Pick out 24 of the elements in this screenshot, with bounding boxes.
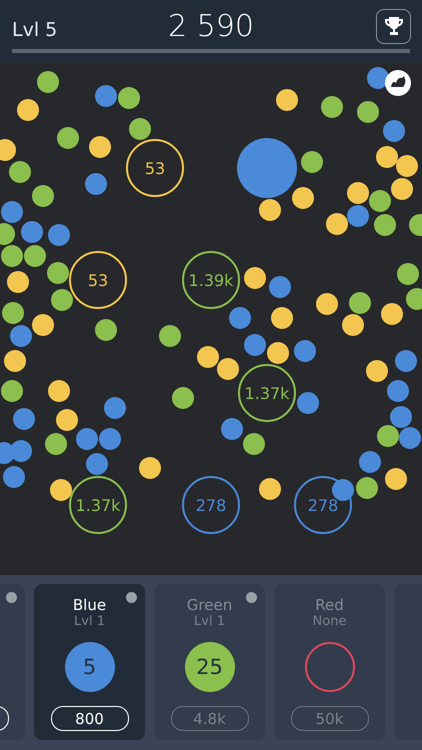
card-subtitle: Lvl 1 xyxy=(194,614,225,630)
ball-value: 5 xyxy=(64,642,114,692)
number-ring: 278 xyxy=(294,476,352,534)
number-ring: 1.37k xyxy=(238,364,296,422)
number-ring: 278 xyxy=(182,476,240,534)
number-ring: 53 xyxy=(69,251,127,309)
card-title: Green xyxy=(186,596,232,614)
ball-value: 25 xyxy=(184,642,234,692)
number-ring: 53 xyxy=(126,139,184,197)
card-title: Blue xyxy=(72,596,106,614)
level-label: Lvl 5 xyxy=(12,19,58,41)
shop-card[interactable]: Blue Lvl 1 5 800 xyxy=(34,584,145,740)
number-ring: 1.39k xyxy=(182,251,240,309)
wave-icon[interactable] xyxy=(385,70,411,96)
card-title: Red xyxy=(315,596,344,614)
number-ring: 1.37k xyxy=(69,476,127,534)
trophy-button[interactable] xyxy=(376,8,411,44)
score-counter: 2 590 xyxy=(168,8,254,44)
shop-card[interactable]: Green Lvl 1 25 4.8k xyxy=(154,584,265,740)
card-subtitle: Lvl 1 xyxy=(74,614,105,630)
trophy-icon xyxy=(384,16,404,36)
shop-card[interactable]: Red None 50k xyxy=(274,584,385,740)
price-button[interactable]: 800 xyxy=(50,706,128,731)
card-subtitle: None xyxy=(312,614,346,630)
